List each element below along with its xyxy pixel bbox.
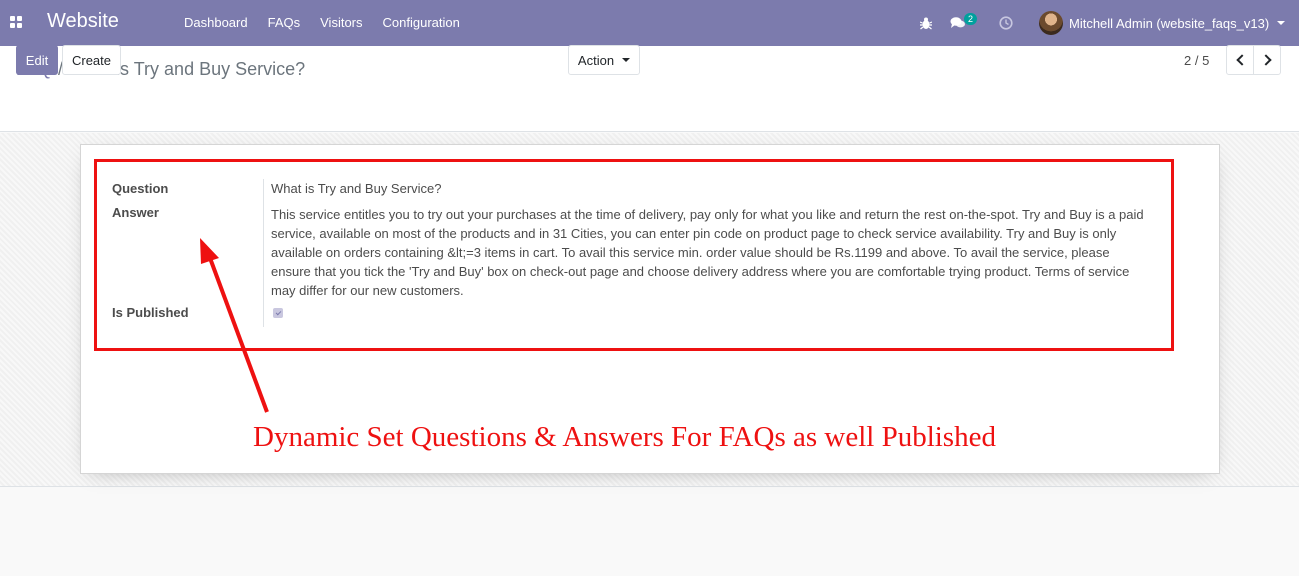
action-label: Action xyxy=(577,52,615,68)
top-navbar: Website Dashboard FAQs Visitors Configur… xyxy=(0,0,1299,46)
action-dropdown-button[interactable]: Action xyxy=(568,45,640,75)
activity-clock-icon[interactable] xyxy=(996,0,1016,46)
chevron-right-icon xyxy=(1259,54,1272,66)
menu-item-dashboard[interactable]: Dashboard xyxy=(174,0,258,46)
edit-button[interactable]: Edit xyxy=(16,45,58,75)
annotation-highlight-box xyxy=(94,159,1174,351)
chevron-down-icon xyxy=(622,58,631,62)
app-brand[interactable]: Website xyxy=(47,10,119,33)
apps-grid-icon[interactable] xyxy=(10,16,22,28)
user-avatar xyxy=(1039,11,1063,35)
debug-bug-icon[interactable] xyxy=(917,0,935,46)
messaging-chat-icon[interactable]: 2 xyxy=(948,0,982,46)
main-menu: Dashboard FAQs Visitors Configuration xyxy=(174,0,470,46)
create-button[interactable]: Create xyxy=(62,45,121,75)
chevron-left-icon xyxy=(1235,54,1248,66)
pager-previous-button[interactable] xyxy=(1226,45,1254,75)
menu-item-visitors[interactable]: Visitors xyxy=(310,0,372,46)
breadcrumb: FAQ / What is Try and Buy Service? xyxy=(16,59,305,80)
chat-count-badge: 2 xyxy=(964,13,978,25)
menu-item-configuration[interactable]: Configuration xyxy=(373,0,470,46)
pager-value[interactable]: 2 / 5 xyxy=(1184,53,1209,68)
annotation-caption: Dynamic Set Questions & Answers For FAQs… xyxy=(253,421,996,453)
user-name: Mitchell Admin (website_faqs_v13) xyxy=(1069,15,1270,31)
control-panel: FAQ / What is Try and Buy Service? xyxy=(0,46,1299,132)
user-menu[interactable]: Mitchell Admin (website_faqs_v13) xyxy=(1039,0,1286,46)
chevron-down-icon xyxy=(1277,21,1286,25)
pager-next-button[interactable] xyxy=(1253,45,1281,75)
menu-item-faqs[interactable]: FAQs xyxy=(258,0,311,46)
